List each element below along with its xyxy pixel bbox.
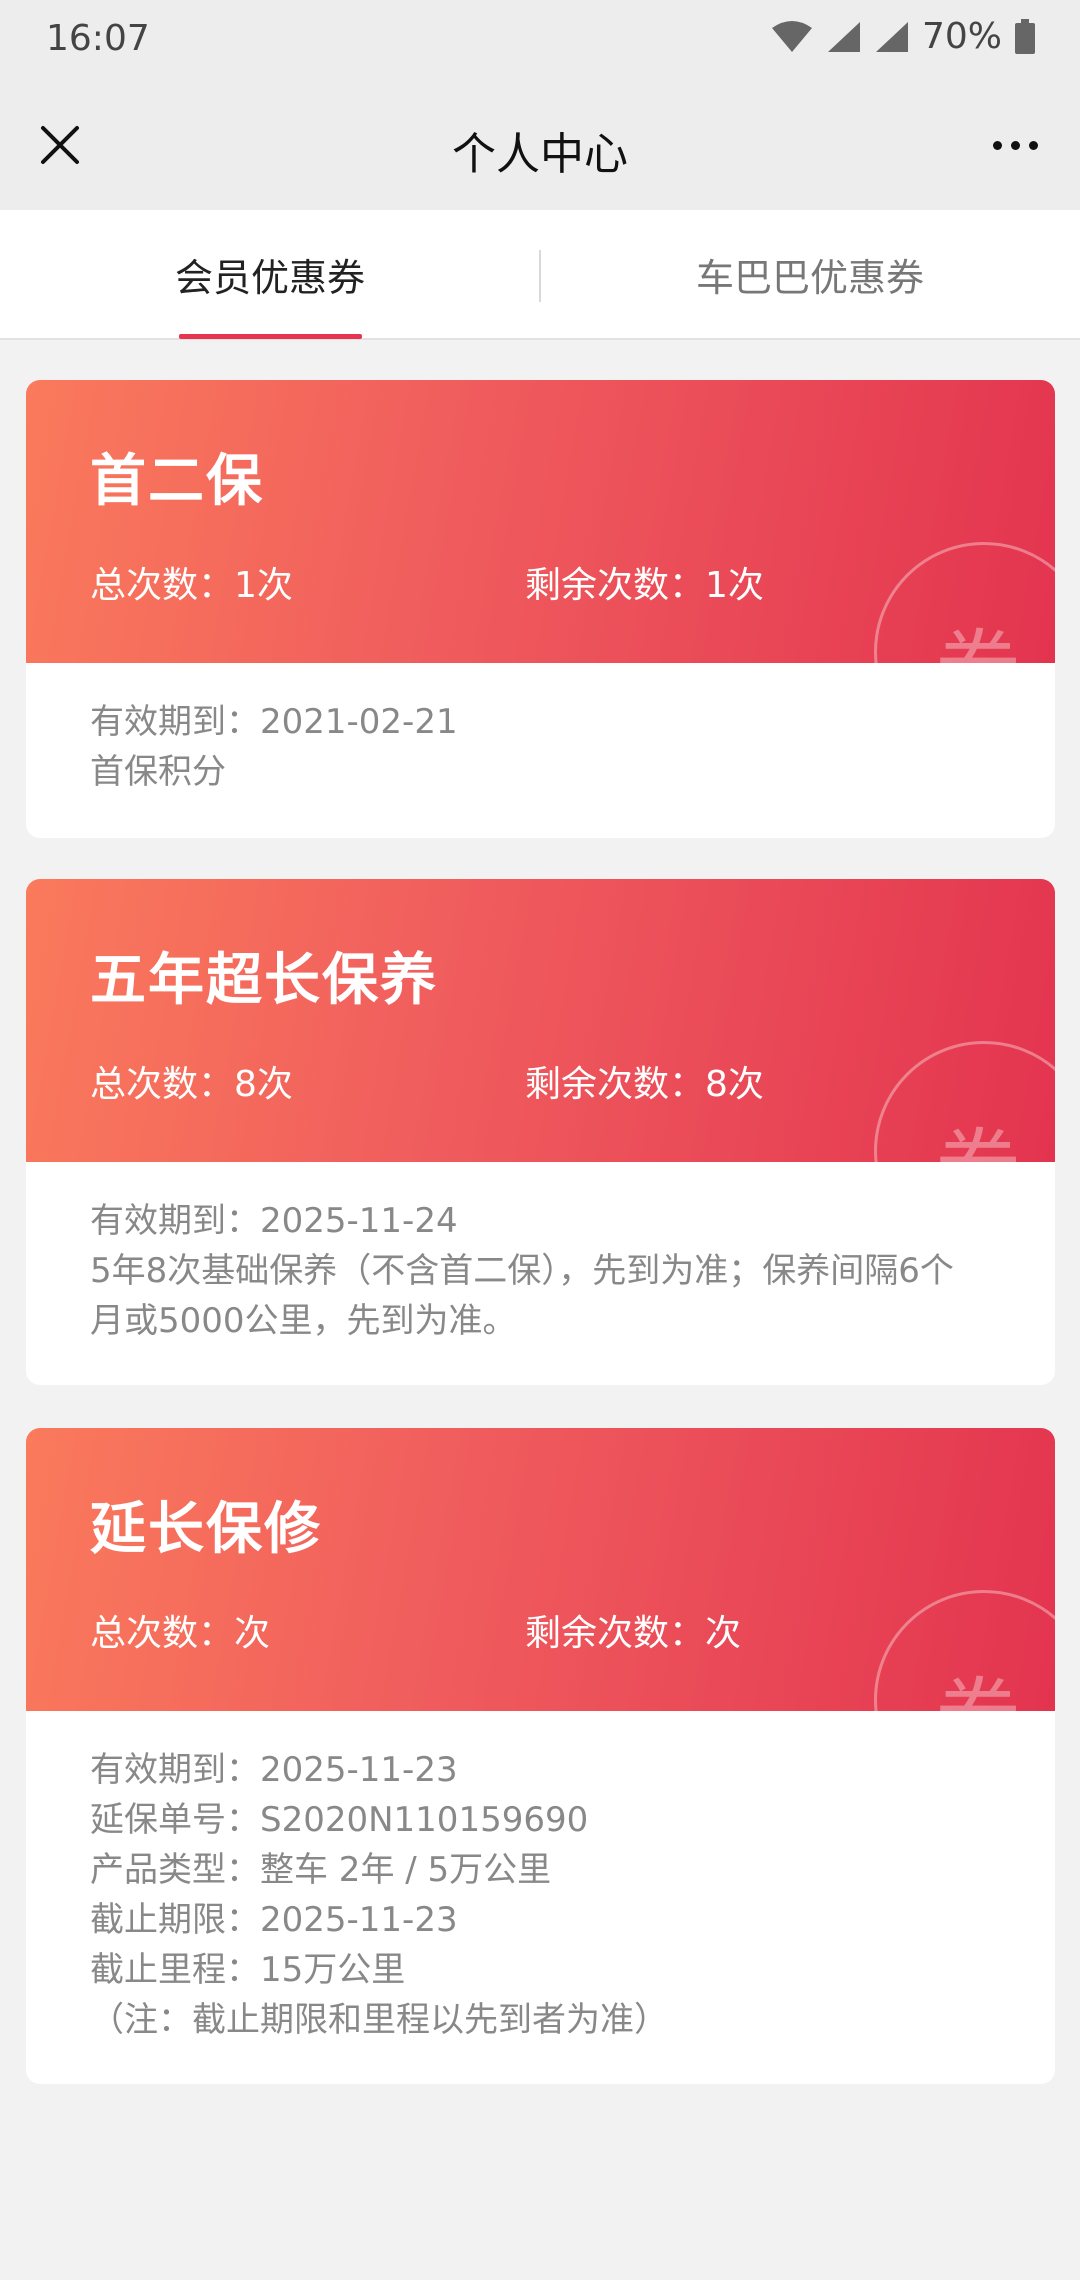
status-bar: 16:07 70% — [0, 0, 1080, 80]
battery-level: 70% — [921, 16, 1002, 57]
active-tab-indicator — [179, 334, 362, 339]
coupon-detail-line: 有效期到：2025-11-23 — [90, 1750, 458, 1790]
tab-chebaba-coupons[interactable]: 车巴巴优惠券 — [540, 210, 1080, 338]
coupon-card[interactable]: 首二保 总次数：1次 剩余次数：1次 券 有效期到：2021-02-21 首保积… — [26, 380, 1055, 838]
signal-icon — [827, 21, 860, 52]
battery-icon — [1015, 18, 1035, 54]
more-options-button[interactable] — [980, 115, 1050, 175]
coupon-card-body: 有效期到：2021-02-21 首保积分 — [26, 663, 1055, 797]
coupon-detail-line: 产品类型：整车 2年 / 5万公里 — [90, 1850, 552, 1890]
coupon-detail-line: 延保单号：S2020N110159690 — [90, 1800, 589, 1840]
status-icons: 70% — [770, 16, 1036, 57]
page-title: 个人中心 — [452, 129, 628, 180]
coupon-total-count: 总次数：8次 — [90, 1064, 293, 1105]
coupon-stamp: 券 — [874, 1041, 1055, 1162]
title-bar: 个人中心 — [0, 80, 1080, 210]
coupon-stamp: 券 — [874, 1590, 1055, 1711]
coupon-title: 延长保修 — [90, 1497, 322, 1562]
coupon-stamp-label: 券 — [935, 600, 1021, 663]
status-time: 16:07 — [46, 18, 150, 59]
coupon-detail-line: 首保积分 — [90, 752, 226, 792]
coupon-detail-line: 有效期到：2025-11-24 — [90, 1201, 458, 1241]
coupon-total-count: 总次数：1次 — [90, 565, 293, 606]
more-dot-icon — [992, 140, 1002, 150]
coupon-remaining-count: 剩余次数：8次 — [525, 1064, 764, 1105]
coupon-remaining-count: 剩余次数：次 — [525, 1613, 742, 1654]
signal-icon — [875, 21, 908, 52]
coupon-card-body: 有效期到：2025-11-24 5年8次基础保养（不含首二保），先到为准；保养间… — [26, 1162, 1055, 1346]
coupon-stamp: 券 — [874, 542, 1055, 663]
coupon-total-count: 总次数：次 — [90, 1613, 271, 1654]
tab-bar: 会员优惠券 车巴巴优惠券 — [0, 210, 1080, 340]
coupon-detail-line: 截止期限：2025-11-23 — [90, 1900, 458, 1940]
coupon-card-header: 延长保修 总次数：次 剩余次数：次 券 — [26, 1428, 1055, 1711]
coupon-card-header: 五年超长保养 总次数：8次 剩余次数：8次 券 — [26, 879, 1055, 1162]
more-dot-icon — [1028, 140, 1038, 150]
coupon-remaining-count: 剩余次数：1次 — [525, 565, 764, 606]
coupon-card[interactable]: 五年超长保养 总次数：8次 剩余次数：8次 券 有效期到：2025-11-24 … — [26, 879, 1055, 1385]
coupon-card-body: 有效期到：2025-11-23 延保单号：S2020N110159690 产品类… — [26, 1711, 1055, 2045]
coupon-title: 五年超长保养 — [90, 948, 438, 1013]
coupon-detail-line: 截止里程：15万公里 — [90, 1950, 406, 1990]
coupon-detail-line: 5年8次基础保养（不含首二保），先到为准；保养间隔6个 — [90, 1251, 954, 1291]
coupon-stamp-label: 券 — [935, 1099, 1021, 1162]
more-dot-icon — [1010, 140, 1020, 150]
wifi-icon — [771, 20, 812, 52]
coupon-title: 首二保 — [90, 449, 264, 514]
coupon-detail-line: 有效期到：2021-02-21 — [90, 702, 458, 742]
coupon-detail-line: （注：截止期限和里程以先到者为准） — [90, 2000, 668, 2040]
coupon-card[interactable]: 延长保修 总次数：次 剩余次数：次 券 有效期到：2025-11-23 延保单号… — [26, 1428, 1055, 2084]
tab-member-coupons[interactable]: 会员优惠券 — [0, 210, 540, 338]
coupon-detail-line: 月或5000公里，先到为准。 — [90, 1301, 517, 1341]
coupon-stamp-label: 券 — [935, 1648, 1021, 1711]
coupon-card-header: 首二保 总次数：1次 剩余次数：1次 券 — [26, 380, 1055, 663]
